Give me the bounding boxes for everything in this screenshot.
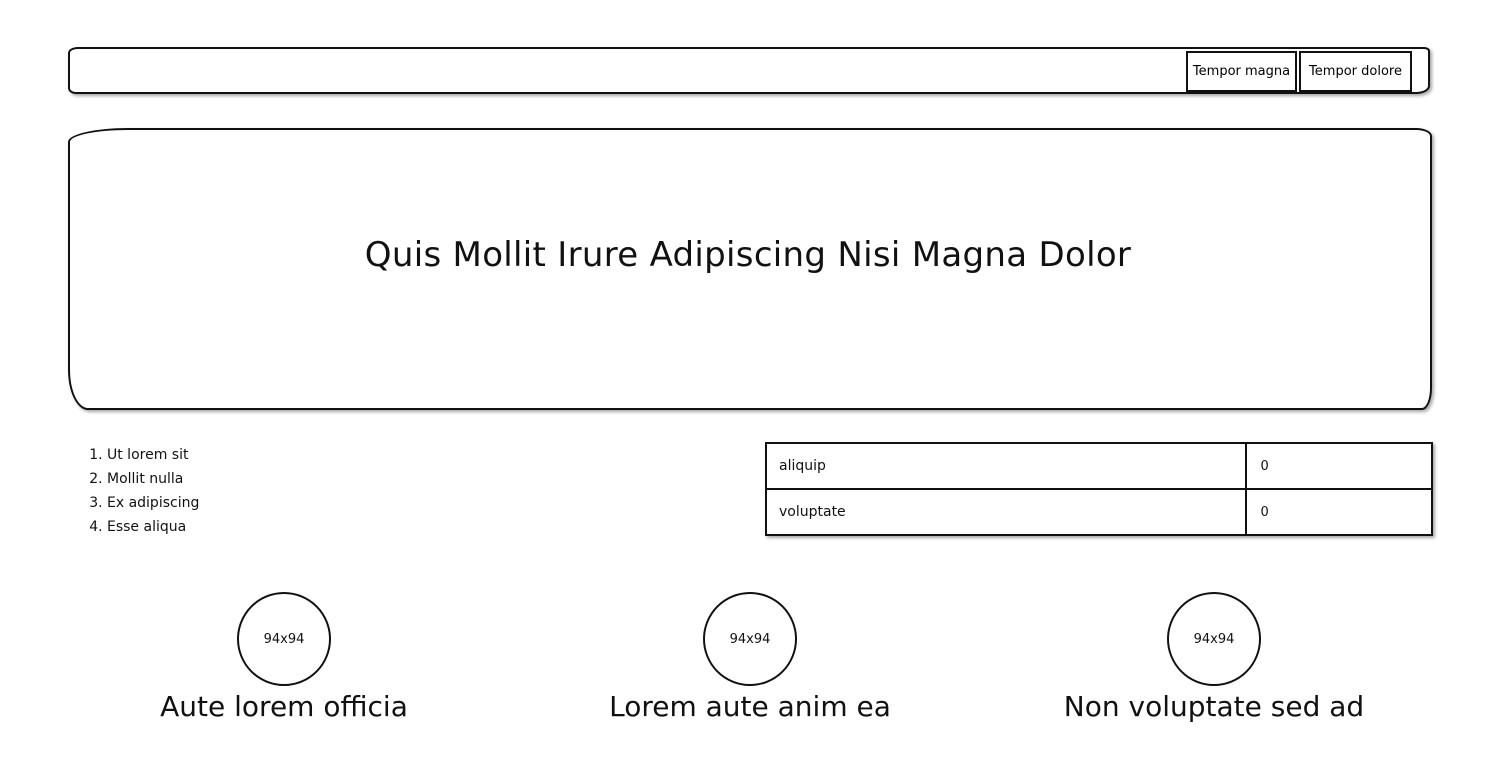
table-cell-value: 0 [1244, 442, 1434, 490]
list-item: Ex adipiscing [107, 491, 199, 515]
hero-banner: Quis Mollit Irure Adipiscing Nisi Magna … [68, 128, 1432, 410]
nav-button-tempor-dolore[interactable]: Tempor dolore [1299, 51, 1412, 92]
image-placeholder: 94x94 [703, 592, 797, 686]
ordered-list: Ut lorem sit Mollit nulla Ex adipiscing … [90, 443, 199, 539]
table-cell-key: aliquip [765, 442, 1247, 490]
list-item: Esse aliqua [107, 515, 199, 539]
feature-card: 94x94 Non voluptate sed ad [1034, 592, 1394, 724]
feature-caption: Lorem aute anim ea [609, 690, 891, 723]
table-row: aliquip 0 [765, 442, 1434, 490]
table-row: voluptate 0 [765, 488, 1434, 536]
feature-card: 94x94 Aute lorem officia [104, 592, 464, 724]
nav-button-tempor-magna[interactable]: Tempor magna [1186, 51, 1297, 92]
image-placeholder: 94x94 [237, 592, 331, 686]
hero-title: Quis Mollit Irure Adipiscing Nisi Magna … [364, 235, 1132, 275]
nav-button-group: Tempor magna Tempor dolore [1186, 51, 1412, 92]
table-cell-value: 0 [1244, 488, 1434, 536]
list-item: Mollit nulla [107, 467, 199, 491]
feature-card: 94x94 Lorem aute anim ea [570, 592, 930, 724]
top-navbar: Tempor magna Tempor dolore [68, 47, 1430, 94]
list-item: Ut lorem sit [107, 443, 199, 467]
table-cell-key: voluptate [765, 488, 1247, 536]
image-placeholder: 94x94 [1167, 592, 1261, 686]
feature-caption: Non voluptate sed ad [1063, 690, 1365, 723]
data-table: aliquip 0 voluptate 0 [765, 442, 1434, 536]
feature-caption: Aute lorem officia [160, 690, 408, 723]
